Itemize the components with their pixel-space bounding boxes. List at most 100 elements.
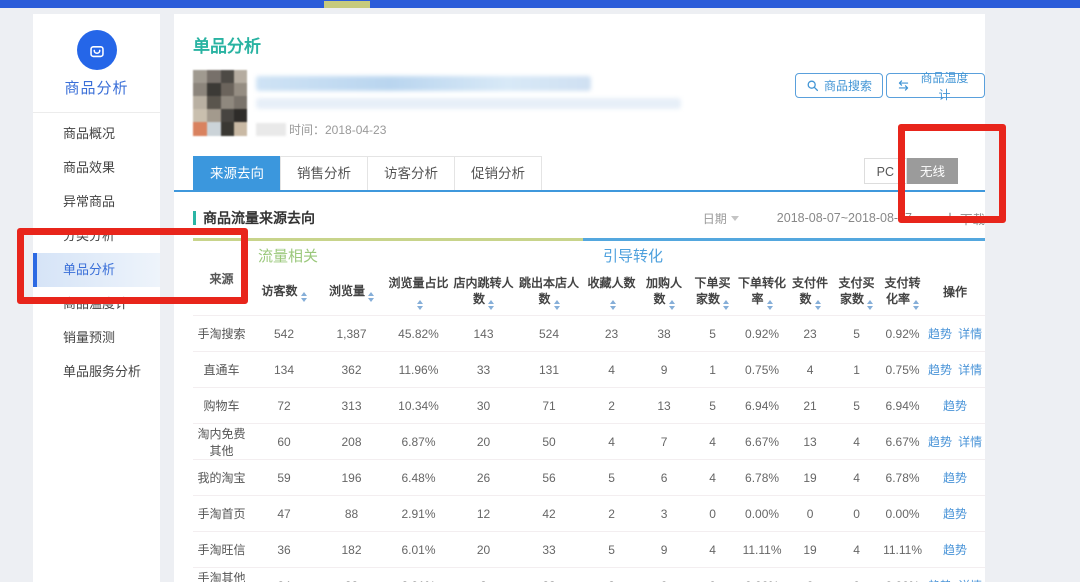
table-row: 手淘搜索5421,38745.82%143524233850.92%2350.9… bbox=[193, 316, 985, 352]
cell-source-6: 手淘旺信 bbox=[193, 532, 250, 568]
action-link-detail-0[interactable]: 详情 bbox=[958, 327, 982, 341]
download-icon bbox=[944, 212, 956, 224]
cell-5-2: 2.91% bbox=[385, 496, 452, 532]
col-header-0-0[interactable]: 访客数 bbox=[250, 270, 318, 316]
swap-arrows-icon bbox=[897, 79, 910, 92]
date-range-value: 2018-08-07~2018-08-07 bbox=[777, 211, 912, 225]
col-header-1-1[interactable]: 加购人数 bbox=[640, 270, 688, 316]
date-dropdown[interactable]: 日期 bbox=[703, 210, 739, 227]
sidebar-item-0[interactable]: 商品概况 bbox=[33, 117, 160, 151]
date-dropdown-label: 日期 bbox=[703, 210, 727, 227]
cell-actions-0: 趋势详情 bbox=[925, 316, 985, 352]
action-link-trend-5[interactable]: 趋势 bbox=[943, 507, 967, 521]
product-thermometer-button[interactable]: 商品温度计 bbox=[886, 73, 985, 98]
col-header-1-4[interactable]: 支付件数 bbox=[787, 270, 833, 316]
cell-4-11: 6.78% bbox=[880, 460, 925, 496]
col-header-1-6[interactable]: 支付转化率 bbox=[880, 270, 925, 316]
product-search-button[interactable]: 商品搜索 bbox=[795, 73, 883, 98]
cell-7-0: 24 bbox=[250, 568, 318, 582]
sort-arrows-icon bbox=[417, 300, 423, 310]
download-label: 下载 bbox=[960, 209, 985, 228]
section-header: 商品流量来源去向 日期 2018-08-07~2018-08-07 下载 bbox=[193, 204, 985, 232]
cell-0-0: 542 bbox=[250, 316, 318, 352]
cell-6-1: 182 bbox=[318, 532, 385, 568]
cell-2-4: 71 bbox=[515, 388, 583, 424]
cell-1-9: 4 bbox=[787, 352, 833, 388]
col-header-1-5[interactable]: 支付买家数 bbox=[833, 270, 880, 316]
cell-source-5: 手淘首页 bbox=[193, 496, 250, 532]
cell-5-10: 0 bbox=[833, 496, 880, 532]
cell-3-4: 50 bbox=[515, 424, 583, 460]
cell-6-8: 11.11% bbox=[737, 532, 787, 568]
cell-4-0: 59 bbox=[250, 460, 318, 496]
action-link-trend-4[interactable]: 趋势 bbox=[943, 471, 967, 485]
cell-6-10: 4 bbox=[833, 532, 880, 568]
cell-0-10: 5 bbox=[833, 316, 880, 352]
cell-2-11: 6.94% bbox=[880, 388, 925, 424]
cell-4-1: 196 bbox=[318, 460, 385, 496]
action-link-trend-6[interactable]: 趋势 bbox=[943, 543, 967, 557]
cell-3-0: 60 bbox=[250, 424, 318, 460]
action-link-detail-3[interactable]: 详情 bbox=[958, 435, 982, 449]
cell-6-6: 9 bbox=[640, 532, 688, 568]
cell-1-7: 1 bbox=[688, 352, 737, 388]
cell-7-8: 0.00% bbox=[737, 568, 787, 582]
cell-2-6: 13 bbox=[640, 388, 688, 424]
col-header-source[interactable]: 来源 bbox=[193, 240, 250, 316]
tab-1[interactable]: 销售分析 bbox=[280, 156, 368, 190]
download-button[interactable]: 下载 bbox=[944, 209, 985, 228]
tab-0[interactable]: 来源去向 bbox=[193, 156, 281, 190]
release-date-text: 时间：2018-04-23 bbox=[289, 121, 386, 138]
group-header-traffic: 流量相关 bbox=[250, 240, 583, 270]
cell-5-7: 0 bbox=[688, 496, 737, 532]
action-link-trend-0[interactable]: 趋势 bbox=[928, 327, 952, 341]
action-link-detail-1[interactable]: 详情 bbox=[958, 363, 982, 377]
cell-0-8: 0.92% bbox=[737, 316, 787, 352]
cell-1-8: 0.75% bbox=[737, 352, 787, 388]
col-header-1-3[interactable]: 下单转化率 bbox=[737, 270, 787, 316]
device-option-1[interactable]: 无线 bbox=[907, 158, 958, 184]
action-link-trend-3[interactable]: 趋势 bbox=[928, 435, 952, 449]
cell-6-5: 5 bbox=[583, 532, 640, 568]
action-link-trend-2[interactable]: 趋势 bbox=[943, 399, 967, 413]
column-header-row: 访客数浏览量浏览量占比店内跳转人数跳出本店人数收藏人数加购人数下单买家数下单转化… bbox=[193, 270, 985, 316]
sort-arrows-icon bbox=[723, 300, 729, 310]
cell-3-9: 13 bbox=[787, 424, 833, 460]
cell-6-3: 20 bbox=[452, 532, 515, 568]
cell-3-2: 6.87% bbox=[385, 424, 452, 460]
sidebar-item-5[interactable]: 商品温度计 bbox=[33, 287, 160, 321]
col-header-0-4[interactable]: 跳出本店人数 bbox=[515, 270, 583, 316]
cell-4-4: 56 bbox=[515, 460, 583, 496]
product-search-label: 商品搜索 bbox=[824, 77, 872, 94]
cell-1-6: 9 bbox=[640, 352, 688, 388]
cell-source-1: 直通车 bbox=[193, 352, 250, 388]
sidebar-item-6[interactable]: 销量预测 bbox=[33, 321, 160, 355]
cell-2-1: 313 bbox=[318, 388, 385, 424]
cell-source-0: 手淘搜索 bbox=[193, 316, 250, 352]
col-header-0-1[interactable]: 浏览量 bbox=[318, 270, 385, 316]
action-link-trend-1[interactable]: 趋势 bbox=[928, 363, 952, 377]
cell-actions-5: 趋势 bbox=[925, 496, 985, 532]
cell-7-6: 0 bbox=[640, 568, 688, 582]
table-row: 手淘旺信361826.01%203359411.11%19411.11%趋势 bbox=[193, 532, 985, 568]
cell-6-9: 19 bbox=[787, 532, 833, 568]
sidebar-item-1[interactable]: 商品效果 bbox=[33, 151, 160, 185]
cell-0-9: 23 bbox=[787, 316, 833, 352]
cell-6-11: 11.11% bbox=[880, 532, 925, 568]
col-header-0-2[interactable]: 浏览量占比 bbox=[385, 270, 452, 316]
col-header-0-3[interactable]: 店内跳转人数 bbox=[452, 270, 515, 316]
col-header-1-2[interactable]: 下单买家数 bbox=[688, 270, 737, 316]
cell-0-2: 45.82% bbox=[385, 316, 452, 352]
tab-2[interactable]: 访客分析 bbox=[367, 156, 455, 190]
cell-1-1: 362 bbox=[318, 352, 385, 388]
sidebar-item-7[interactable]: 单品服务分析 bbox=[33, 355, 160, 389]
cell-source-4: 我的淘宝 bbox=[193, 460, 250, 496]
tab-3[interactable]: 促销分析 bbox=[454, 156, 542, 190]
device-option-0[interactable]: PC bbox=[864, 158, 907, 184]
sidebar-item-4[interactable]: 单品分析 bbox=[33, 253, 160, 287]
sidebar-item-3[interactable]: 分类分析 bbox=[33, 219, 160, 253]
col-header-1-0[interactable]: 收藏人数 bbox=[583, 270, 640, 316]
cell-1-3: 33 bbox=[452, 352, 515, 388]
sidebar-item-2[interactable]: 异常商品 bbox=[33, 185, 160, 219]
cell-4-6: 6 bbox=[640, 460, 688, 496]
